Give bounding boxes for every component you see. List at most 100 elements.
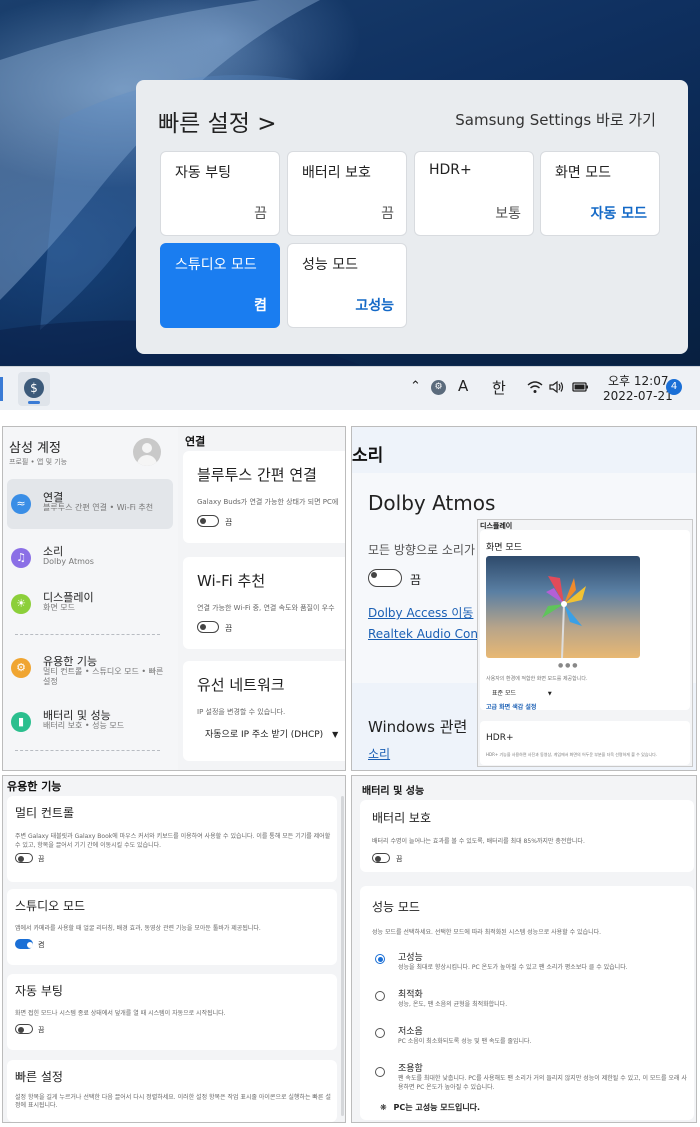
- hdr-title: HDR+: [486, 733, 514, 743]
- avatar[interactable]: [133, 438, 161, 466]
- bluetooth-toggle[interactable]: [197, 515, 219, 527]
- battery-protect-state: 끔: [396, 855, 403, 863]
- multi-control-toggle[interactable]: [15, 853, 33, 863]
- sidebar-item-sub: 블루투스 간편 연결 • Wi-Fi 추천: [43, 503, 154, 512]
- tile-value: 끔: [381, 206, 394, 222]
- tile-screen-mode[interactable]: 화면 모드 자동 모드: [540, 151, 660, 236]
- gear-icon: ⚙: [11, 658, 31, 678]
- account-sub: 프로필 • 앱 및 기능: [9, 458, 68, 466]
- sound-panel: 소리 Dolby Atmos 모든 방향으로 소리가 끔 Dolby Acces…: [351, 426, 697, 771]
- windows-sound-link[interactable]: 소리: [368, 745, 390, 762]
- option-name: 고성능: [398, 953, 423, 963]
- radio-low-noise[interactable]: [375, 1028, 385, 1038]
- sidebar-divider: [15, 750, 160, 751]
- tile-value: 켬: [254, 298, 267, 314]
- wifi-desc: 연결 가능한 Wi-Fi 중, 연결 속도와 품질이 우수: [197, 604, 335, 612]
- screen-mode-caption: 사용자의 환경에 적합한 화면 모드를 제공합니다.: [486, 676, 588, 682]
- bluetooth-desc: Galaxy Buds가 연결 가능한 상태가 되면 PC에: [197, 498, 339, 506]
- quick-settings-card-desc: 설정 항목을 길게 누르거나 선택한 다음 끌어서 다시 정렬하세요. 이러한 …: [15, 1094, 331, 1109]
- wifi-card: Wi-Fi 추천 연결 가능한 Wi-Fi 중, 연결 속도와 품질이 우수 끔: [183, 557, 345, 649]
- quick-settings-card-title: 빠른 설정: [15, 1070, 63, 1084]
- wifi-icon[interactable]: [527, 380, 543, 394]
- performance-status-text: PC는 고성능 모드입니다.: [393, 1103, 481, 1112]
- wired-title: 유선 네트워크: [197, 676, 285, 694]
- sidebar-item-sound[interactable]: ♫ 소리 Dolby Atmos: [7, 533, 173, 583]
- sidebar-item-connection[interactable]: ≈ 연결 블루투스 간편 연결 • Wi-Fi 추천: [7, 479, 173, 529]
- auto-boot-state: 끔: [38, 1026, 45, 1034]
- settings-tray-icon[interactable]: ⚙: [431, 380, 446, 395]
- chevron-up-icon[interactable]: ⌃: [410, 379, 421, 394]
- notification-badge[interactable]: 4: [666, 379, 682, 395]
- windows-related-title: Windows 관련: [368, 718, 468, 736]
- sidebar-item-useful[interactable]: ⚙ 유용한 기능 멀티 컨트롤 • 스튜디오 모드 • 빠른 설정: [7, 643, 173, 699]
- wired-desc: IP 설정을 변경할 수 있습니다.: [197, 708, 286, 716]
- tile-label: HDR+: [429, 162, 472, 178]
- battery-icon[interactable]: [571, 380, 589, 394]
- display-overlay: 디스플레이 화면 모드 ● ● ● 사용자의 환경에 적합한 화면 모드를 제공…: [477, 519, 693, 767]
- tile-label: 자동 부팅: [175, 165, 231, 181]
- radio-optimized[interactable]: [375, 991, 385, 1001]
- tile-performance-mode[interactable]: 성능 모드 고성능: [287, 243, 407, 328]
- bluetooth-card: 블루투스 간편 연결 Galaxy Buds가 연결 가능한 상태가 되면 PC…: [183, 451, 345, 543]
- tile-hdr-plus[interactable]: HDR+ 보통: [414, 151, 534, 236]
- samsung-settings-link[interactable]: Samsung Settings 바로 가기: [455, 109, 656, 130]
- tile-battery-protect[interactable]: 배터리 보호 끔: [287, 151, 407, 236]
- battery-performance-panel: 배터리 및 성능 배터리 보호 배터리 수명이 늘어나는 효과를 볼 수 있도록…: [351, 775, 697, 1123]
- account-title[interactable]: 삼성 계정: [9, 437, 61, 456]
- ime-a-icon[interactable]: A: [458, 377, 468, 395]
- sidebar-item-battery[interactable]: ▮ 배터리 및 성능 배터리 보호 • 성능 모드: [7, 697, 173, 747]
- hdr-card: HDR+ HDR+ 기능을 사용하면 사진과 동영상, 게임에서 화면의 어두운…: [480, 721, 690, 765]
- battery-protect-desc: 배터리 수명이 늘어나는 효과를 볼 수 있도록, 배터리를 최대 85%까지만…: [372, 838, 585, 845]
- wifi-title: Wi-Fi 추천: [197, 572, 266, 590]
- chevron-down-icon: ▼: [547, 691, 552, 697]
- screen-mode-select-value: 표준 모드: [492, 690, 516, 697]
- dolby-access-link[interactable]: Dolby Access 이동: [368, 604, 473, 621]
- tile-studio-mode[interactable]: 스튜디오 모드 켬: [160, 243, 280, 328]
- sidebar-divider: [15, 634, 160, 635]
- clock-time[interactable]: 오후 12:07: [608, 372, 668, 389]
- samsung-settings-icon[interactable]: $: [18, 372, 50, 406]
- dollar-icon: $: [24, 378, 44, 398]
- connection-heading: 연결: [185, 435, 206, 448]
- radio-high-performance[interactable]: [375, 954, 385, 964]
- clock-date[interactable]: 2022-07-21: [603, 389, 673, 403]
- sidebar-item-display[interactable]: ☀ 디스플레이 화면 모드: [7, 579, 173, 629]
- quick-settings-title[interactable]: 빠른 설정 >: [158, 104, 277, 138]
- auto-boot-toggle[interactable]: [15, 1024, 33, 1034]
- ip-select[interactable]: 자동으로 IP 주소 받기 (DHCP) ▼: [205, 727, 338, 740]
- useful-heading: 유용한 기능: [7, 780, 62, 793]
- wifi-toggle[interactable]: [197, 621, 219, 633]
- sidebar-item-sub: Dolby Atmos: [43, 557, 94, 566]
- ime-han-icon[interactable]: 한: [492, 377, 506, 398]
- radio-quiet[interactable]: [375, 1067, 385, 1077]
- scrollbar[interactable]: [341, 796, 344, 1116]
- taskbar: $ ⌃ ⚙ A 한 오후 12:07 2022-07-21 4: [0, 366, 700, 410]
- realtek-link[interactable]: Realtek Audio Cons: [368, 627, 484, 641]
- fan-icon: ❋: [380, 1103, 387, 1112]
- sound-heading: 소리: [352, 446, 384, 466]
- multi-control-state: 끔: [38, 855, 45, 863]
- option-desc: PC 소음이 최소화되도록 성능 및 팬 속도를 줄입니다.: [398, 1038, 532, 1045]
- advanced-color-link[interactable]: 고급 화면 색감 설정: [486, 702, 536, 711]
- screen-mode-title: 화면 모드: [486, 543, 522, 553]
- option-desc: 성능, 온도, 팬 소음의 균형을 최적화합니다.: [398, 1001, 508, 1008]
- sun-icon: ☀: [11, 594, 31, 614]
- studio-mode-desc: 앱에서 카메라를 사용할 때 얼굴 리터칭, 배경 효과, 동영상 관련 기능을…: [15, 925, 261, 932]
- dolby-toggle[interactable]: [368, 569, 402, 587]
- carousel-dots[interactable]: ● ● ●: [558, 662, 578, 669]
- battery-protect-toggle[interactable]: [372, 853, 390, 863]
- taskbar-edge: [0, 377, 3, 401]
- screen-mode-select[interactable]: 표준 모드 ▼: [492, 688, 552, 697]
- multi-control-title: 멀티 컨트롤: [15, 806, 75, 820]
- screen-mode-card: 화면 모드 ● ● ● 사용자의 환경에 적합한 화면 모드를 제공합니다. 표…: [480, 530, 690, 710]
- auto-boot-desc: 화면 접힌 모드나 시스템 종료 상태에서 덮개를 열 때 시스템이 자동으로 …: [15, 1010, 226, 1017]
- studio-mode-state: 켬: [38, 941, 45, 949]
- tile-auto-boot[interactable]: 자동 부팅 끔: [160, 151, 280, 236]
- studio-mode-toggle[interactable]: [15, 939, 33, 949]
- studio-mode-card: 스튜디오 모드 앱에서 카메라를 사용할 때 얼굴 리터칭, 배경 효과, 동영…: [7, 889, 337, 965]
- speaker-icon: ♫: [11, 548, 31, 568]
- sidebar-item-sub: 화면 모드: [43, 603, 75, 612]
- volume-icon[interactable]: [549, 380, 565, 394]
- tile-value: 고성능: [355, 298, 394, 314]
- tile-label: 스튜디오 모드: [175, 257, 257, 273]
